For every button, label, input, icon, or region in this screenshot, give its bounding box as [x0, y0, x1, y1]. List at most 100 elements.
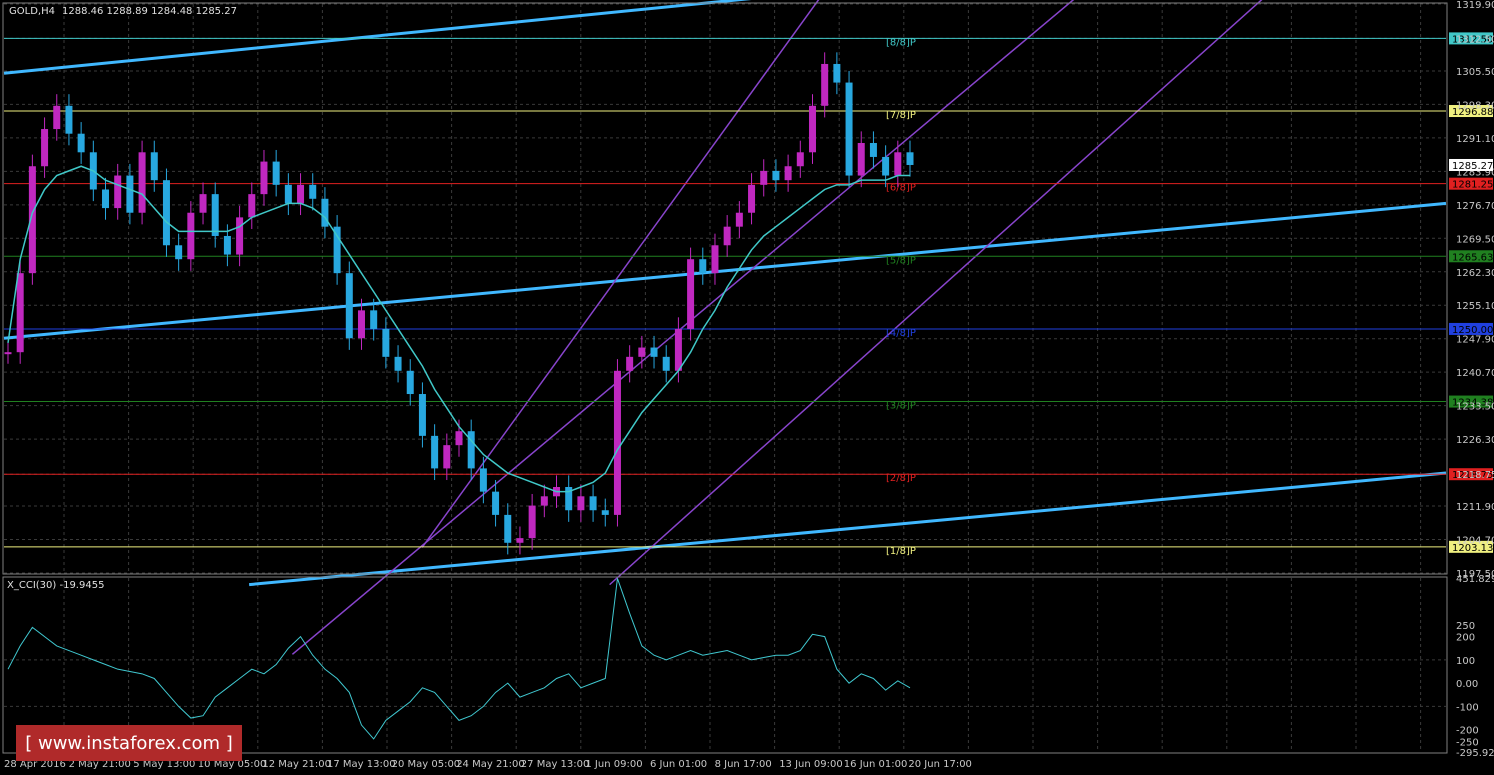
- cci-tick-label: -295.9265: [1456, 748, 1494, 759]
- candle-body: [492, 491, 500, 515]
- cci-tick-label: -250: [1456, 737, 1479, 748]
- murrey-level-label: [7/8]P: [886, 110, 916, 121]
- candle-body: [479, 468, 487, 492]
- candle-body: [126, 175, 134, 213]
- time-tick-label: 13 Jun 09:00: [779, 759, 843, 770]
- candle-body: [284, 184, 292, 204]
- current-price-tag: 1285.27: [1452, 161, 1493, 172]
- candle-body: [394, 356, 402, 371]
- price-tick-label: 1298.30: [1456, 100, 1494, 111]
- price-tick-label: 1247.90: [1456, 335, 1494, 346]
- grid-lines: [4, 3, 1446, 752]
- candle-body: [833, 63, 841, 83]
- candle-body: [869, 142, 877, 157]
- candle-body: [382, 328, 390, 357]
- candle-body: [687, 259, 695, 329]
- candle-body: [77, 133, 85, 153]
- trend-lines: [3, 0, 1447, 655]
- candle-body: [175, 245, 183, 260]
- candle-body: [248, 194, 256, 218]
- candle-body: [65, 105, 73, 134]
- candle-body: [821, 63, 829, 106]
- candle-body: [504, 514, 512, 543]
- candle-body: [735, 212, 743, 227]
- murrey-level-label: [1/8]P: [886, 546, 916, 557]
- candle-body: [297, 184, 305, 204]
- candle-body: [41, 129, 49, 167]
- candle-body: [845, 82, 853, 176]
- candle-body: [784, 166, 792, 181]
- candle-body: [187, 212, 195, 260]
- murrey-levels: [8/8]P 1312.50[7/8]P 1296.88[6/8]P 1281.25[…: [4, 32, 1493, 557]
- candle-body: [906, 152, 914, 165]
- time-tick-label: 20 May 05:00: [392, 759, 461, 770]
- trend-line: [249, 471, 1447, 587]
- candle-body: [577, 496, 585, 511]
- candle-body: [4, 352, 12, 355]
- price-tick-label: 1233.50: [1456, 402, 1494, 413]
- cci-tick-label: -200: [1456, 726, 1479, 737]
- candle-body: [894, 152, 902, 176]
- time-tick-label: 8 Jun 17:00: [715, 759, 772, 770]
- cci-tick-label: 100: [1456, 656, 1475, 667]
- price-tick-label: 1276.70: [1456, 201, 1494, 212]
- candle-body: [199, 194, 207, 213]
- trend-line: [3, 201, 1447, 340]
- price-tick-label: 1211.90: [1456, 502, 1494, 513]
- candle-body: [443, 445, 451, 469]
- trend-line: [421, 0, 820, 548]
- cci-tick-label: 451.8296: [1456, 574, 1494, 585]
- candle-body: [857, 142, 865, 176]
- cci-tick-label: 0.00: [1456, 679, 1478, 690]
- candle-body: [150, 152, 158, 181]
- header-ohlc: 1288.46 1288.89 1284.48 1285.27: [62, 6, 237, 17]
- candle-body: [589, 496, 597, 511]
- price-axis[interactable]: 1319.901312.501305.501298.301291.101283.…: [1449, 0, 1494, 580]
- price-tick-label: 1226.30: [1456, 435, 1494, 446]
- candle-body: [748, 184, 756, 213]
- cci-tick-label: -100: [1456, 702, 1479, 713]
- time-tick-label: 16 Jun 01:00: [844, 759, 908, 770]
- candle-body: [528, 505, 536, 539]
- candle-body: [699, 259, 707, 274]
- murrey-level-label: [8/8]P: [886, 37, 916, 48]
- cci-label: X_CCI(30) -19.9455: [7, 580, 104, 591]
- instaforex-watermark[interactable]: [ www.instaforex.com ]: [16, 725, 242, 761]
- time-tick-label: 12 May 21:00: [262, 759, 331, 770]
- price-tick-label: 1291.10: [1456, 134, 1494, 145]
- price-tick-label: 1218.75: [1456, 470, 1494, 481]
- candle-body: [102, 189, 110, 209]
- candle-body: [333, 226, 341, 274]
- price-tick-label: 1240.70: [1456, 368, 1494, 379]
- cci-tick-label: 250: [1456, 621, 1475, 632]
- chart-svg: [8/8]P 1312.50[7/8]P 1296.88[6/8]P 1281.25[…: [2, 0, 1494, 770]
- candle-body: [418, 394, 426, 436]
- time-tick-label: 27 May 13:00: [521, 759, 590, 770]
- candle-body: [516, 538, 524, 543]
- time-tick-label: 6 Jun 01:00: [650, 759, 707, 770]
- candle-body: [601, 510, 609, 515]
- time-tick-label: 17 May 13:00: [327, 759, 396, 770]
- price-tick-label: 1312.50: [1456, 34, 1494, 45]
- time-tick-label: 24 May 21:00: [456, 759, 525, 770]
- murrey-level-label: [3/8]P: [886, 401, 916, 412]
- candles: [4, 52, 914, 555]
- murrey-level-label: [6/8]P: [886, 183, 916, 194]
- cci-tick-label: 200: [1456, 633, 1475, 644]
- candle-body: [431, 435, 439, 469]
- candle-body: [162, 180, 170, 246]
- murrey-level-label: [5/8]P: [886, 255, 916, 266]
- murrey-level-tag: 1281.25: [1452, 180, 1493, 191]
- murrey-level-label: [4/8]P: [886, 328, 916, 339]
- price-tick-label: 1262.30: [1456, 268, 1494, 279]
- candle-body: [345, 273, 353, 339]
- candle-body: [16, 273, 24, 353]
- price-tick-label: 1204.70: [1456, 536, 1494, 547]
- murrey-level-label: [2/8]P: [886, 473, 916, 484]
- candle-body: [223, 235, 231, 255]
- candle-body: [370, 310, 378, 329]
- candle-body: [455, 431, 463, 446]
- time-tick-label: 1 Jun 09:00: [585, 759, 642, 770]
- candle-body: [309, 184, 317, 199]
- candle-body: [650, 347, 658, 357]
